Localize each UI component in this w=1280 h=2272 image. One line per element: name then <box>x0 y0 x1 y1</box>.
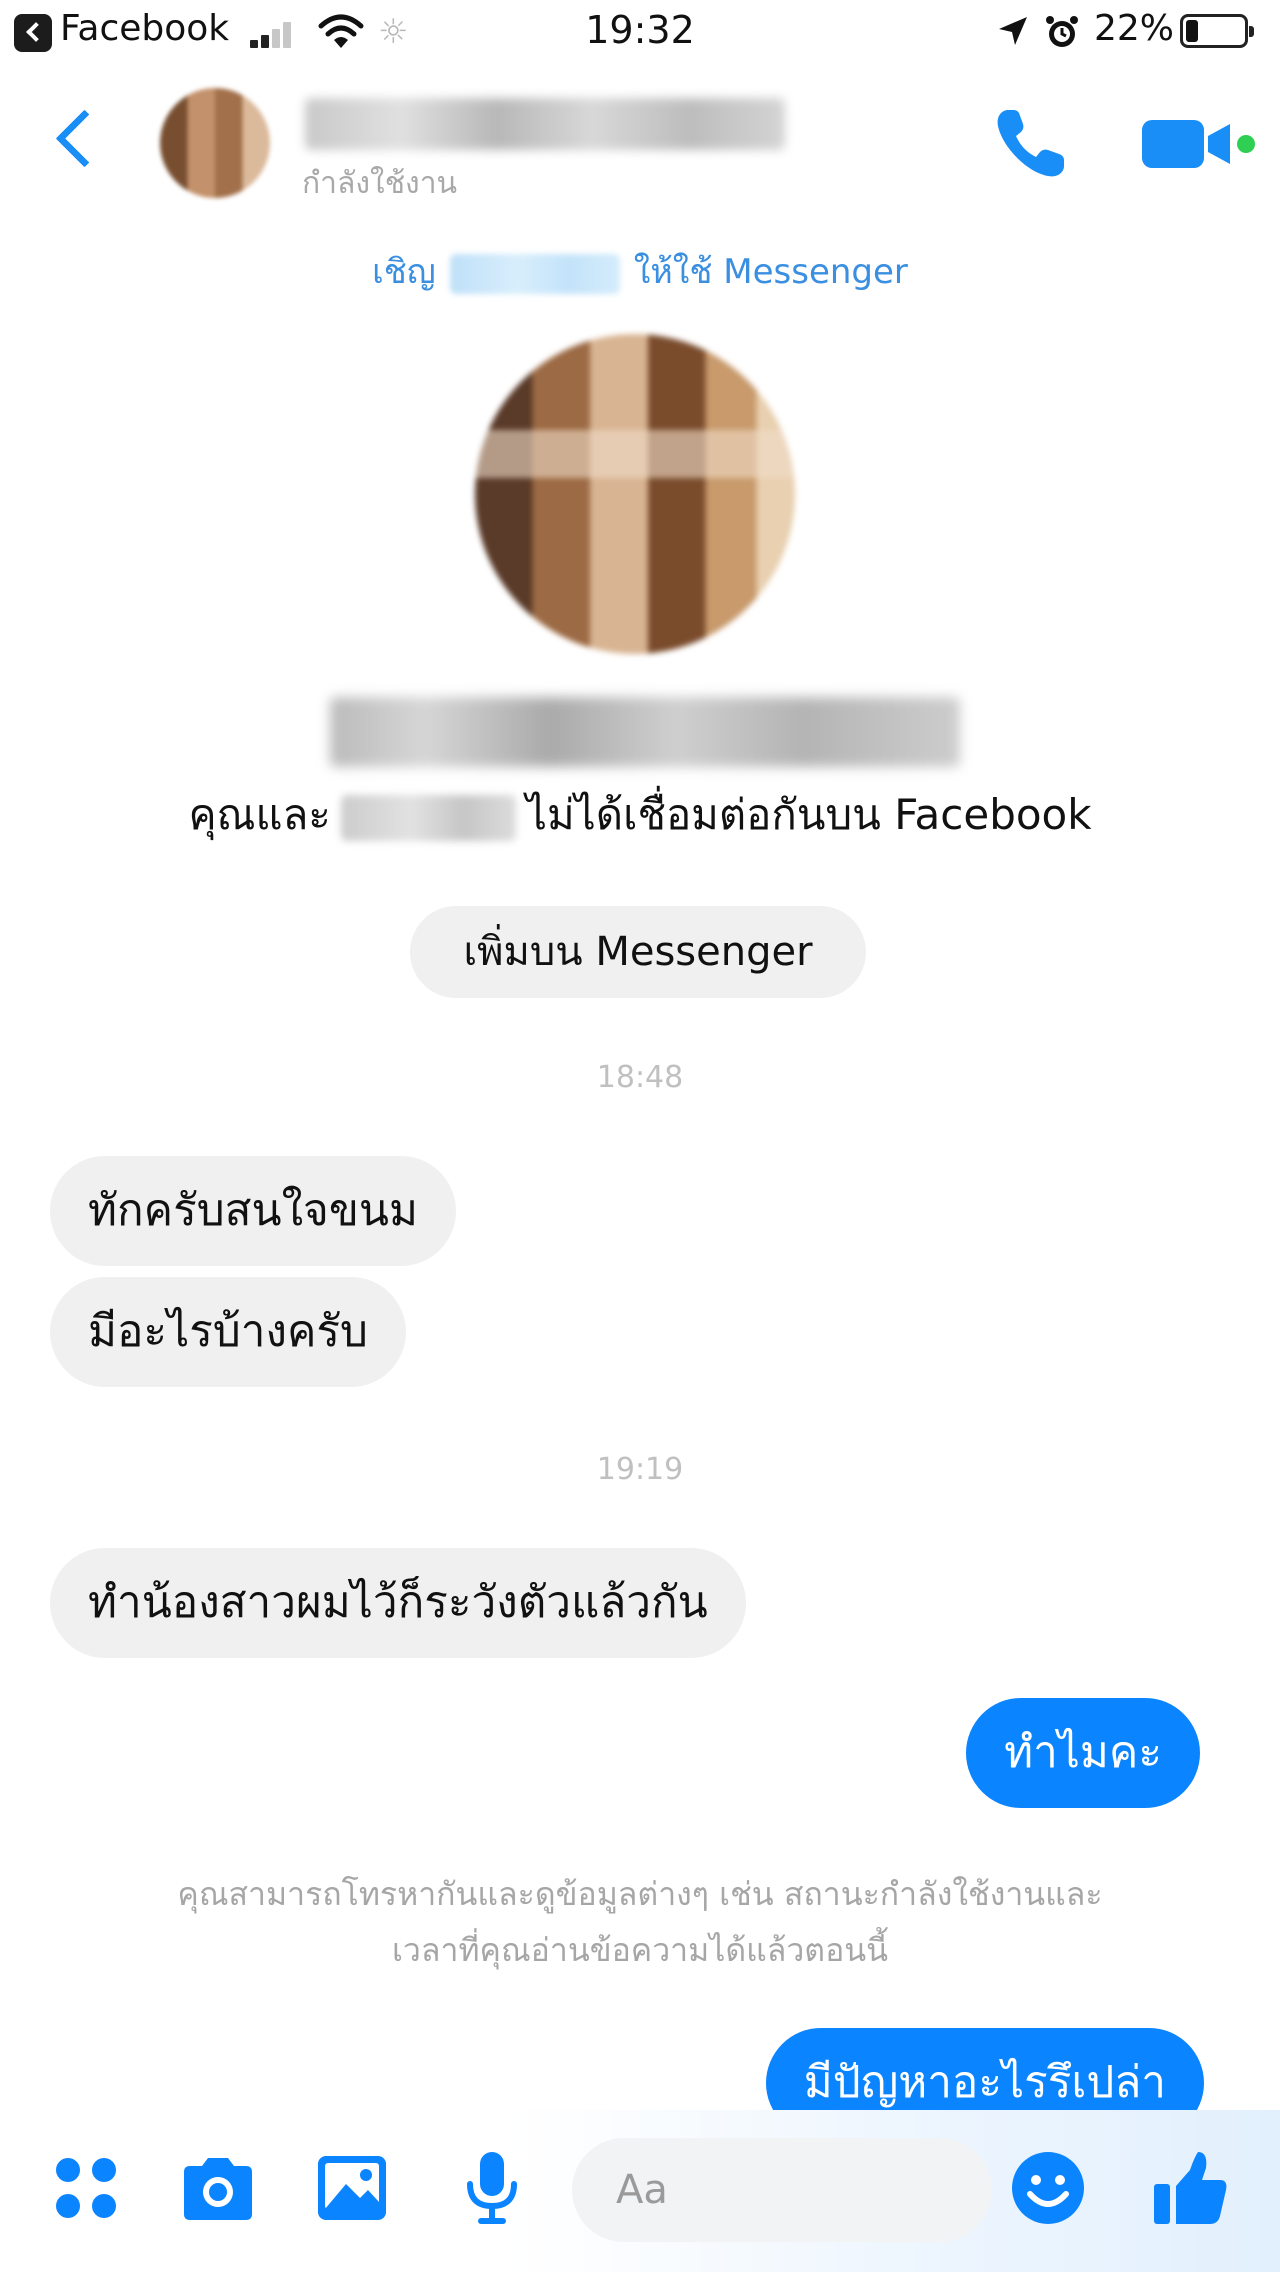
back-chevron-icon[interactable] <box>48 104 108 184</box>
connection-status-text: คุณและ ไม่ได้เชื่อมต่อกันบน Facebook <box>0 782 1280 848</box>
message-input-field[interactable] <box>572 2138 992 2242</box>
message-composer <box>0 2110 1280 2272</box>
camera-icon[interactable] <box>176 2146 260 2230</box>
contact-name-redacted[interactable] <box>305 98 785 150</box>
message-timestamp: 19:19 <box>596 1452 684 1487</box>
profile-name-redacted <box>330 697 960 767</box>
message-input[interactable] <box>572 2138 992 2242</box>
conversation-header: กำลังใช้งาน <box>0 66 1280 216</box>
emoji-icon[interactable] <box>1006 2146 1090 2230</box>
incoming-message[interactable]: ทักครับสนใจขนม <box>50 1156 456 1266</box>
message-timestamp: 18:48 <box>596 1060 684 1095</box>
contact-avatar[interactable] <box>160 88 270 198</box>
connection-suffix: ไม่ได้เชื่อมต่อกันบน Facebook <box>525 790 1092 839</box>
connection-prefix: คุณและ <box>188 790 331 839</box>
alarm-icon <box>1046 16 1078 47</box>
invite-suffix: ให้ใช้ Messenger <box>633 252 908 292</box>
thumbs-up-icon[interactable] <box>1148 2146 1232 2230</box>
messenger-connection-info: คุณสามารถโทรหากันและดูข้อมูลต่างๆ เช่น ส… <box>60 1866 1220 1978</box>
incoming-message[interactable]: ทำน้องสาวผมไว้ก็ระวังตัวแล้วกัน <box>50 1548 746 1658</box>
phone-icon[interactable] <box>990 102 1072 184</box>
profile-avatar[interactable] <box>475 334 795 654</box>
status-bar: Facebook ☼ 19:32 22% <box>0 0 1280 66</box>
invite-to-messenger-link[interactable]: เชิญ ให้ใช้ Messenger <box>0 244 1280 298</box>
outgoing-message[interactable]: ทำไมคะ <box>966 1698 1200 1808</box>
battery-percentage: 22% <box>1094 8 1175 49</box>
contact-active-status: กำลังใช้งาน <box>302 166 458 201</box>
apps-grid-icon[interactable] <box>44 2146 128 2230</box>
info-line: เวลาที่คุณอ่านข้อความได้แล้วตอนนี้ <box>391 1931 889 1969</box>
photo-gallery-icon[interactable] <box>310 2146 394 2230</box>
battery-icon <box>1180 14 1254 48</box>
info-line: คุณสามารถโทรหากันและดูข้อมูลต่างๆ เช่น ส… <box>177 1875 1103 1913</box>
add-on-messenger-button[interactable]: เพิ่มบน Messenger <box>410 906 866 998</box>
microphone-icon[interactable] <box>450 2146 534 2230</box>
connection-name-redacted <box>340 794 516 841</box>
invite-name-redacted <box>449 253 620 294</box>
clock: 19:32 <box>585 8 695 52</box>
invite-prefix: เชิญ <box>372 252 436 292</box>
incoming-message[interactable]: มีอะไรบ้างครับ <box>50 1277 406 1387</box>
video-camera-icon[interactable] <box>1136 112 1256 174</box>
location-icon <box>999 17 1027 45</box>
